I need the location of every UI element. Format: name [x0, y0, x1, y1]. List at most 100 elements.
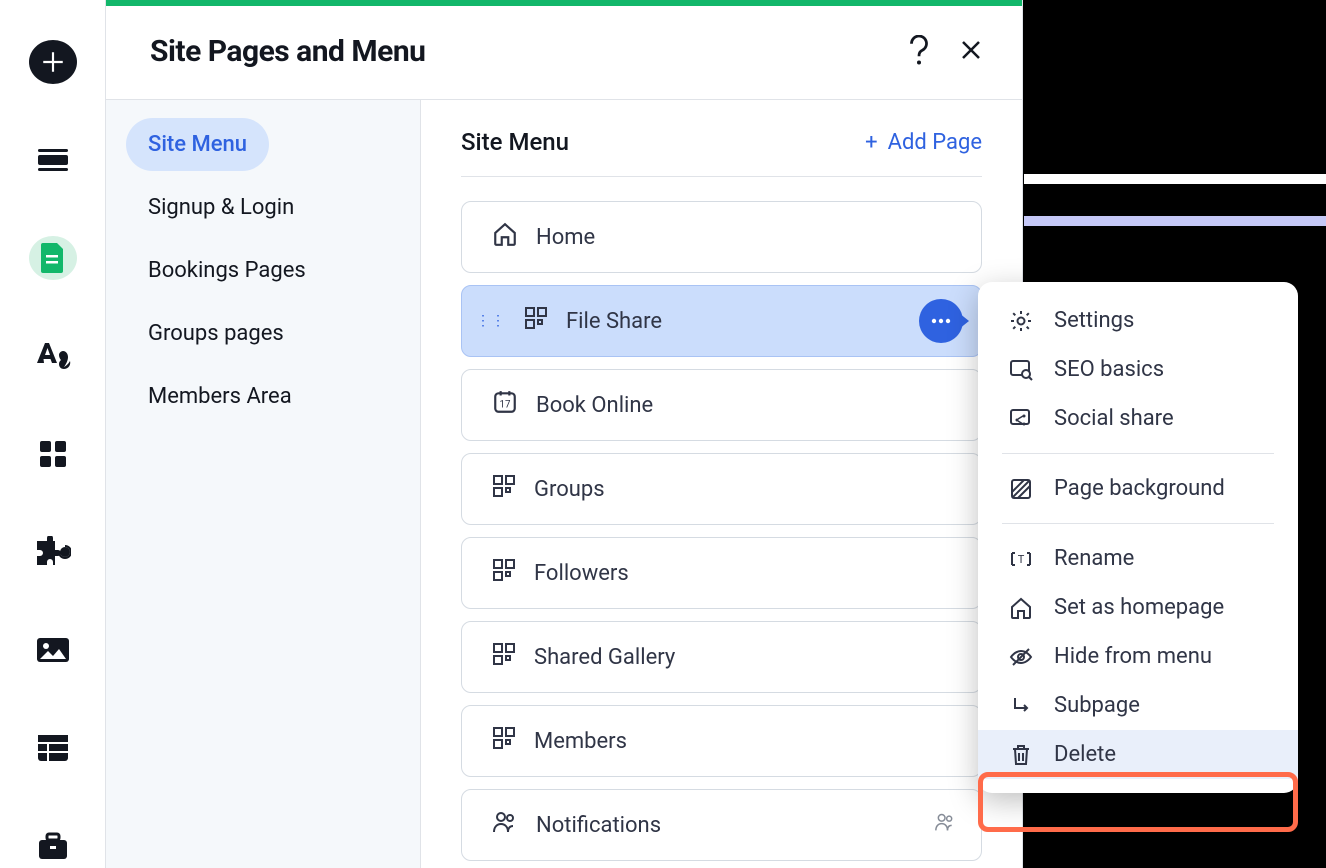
sidebar-item-label: Signup & Login	[148, 195, 294, 220]
menu-item-subpage[interactable]: Subpage	[978, 681, 1298, 730]
panel-title: Site Pages and Menu	[150, 34, 425, 69]
grid-icon	[492, 726, 516, 756]
svg-text:17: 17	[500, 399, 511, 410]
apps-button[interactable]	[29, 432, 77, 476]
subpage-icon	[1008, 695, 1034, 717]
add-page-button[interactable]: + Add Page	[865, 130, 982, 155]
add-button[interactable]	[29, 40, 77, 84]
sidebar-item-signup-login[interactable]: Signup & Login	[126, 181, 400, 234]
menu-divider	[1002, 453, 1274, 454]
menu-item-social[interactable]: Social share	[978, 394, 1298, 443]
page-label: Home	[536, 225, 951, 250]
menu-label: Delete	[1054, 742, 1116, 767]
menu-item-homepage[interactable]: Set as homepage	[978, 583, 1298, 632]
design-button[interactable]	[29, 334, 77, 378]
pages-panel: Site Pages and Menu Site Menu Signup & L…	[105, 0, 1023, 868]
menu-label: Settings	[1054, 308, 1134, 333]
apps-icon	[37, 438, 69, 470]
main-title: Site Menu	[461, 128, 569, 156]
page-item-home[interactable]: Home	[461, 201, 982, 273]
page-label: Book Online	[536, 393, 951, 418]
menu-divider	[1002, 523, 1274, 524]
page-item-shared-gallery[interactable]: Shared Gallery	[461, 621, 982, 693]
left-toolbar	[0, 0, 105, 868]
menu-item-rename[interactable]: T Rename	[978, 534, 1298, 583]
page-item-notifications[interactable]: Notifications	[461, 789, 982, 861]
grid-icon	[492, 474, 516, 504]
plus-icon: +	[865, 130, 877, 155]
hide-icon	[1008, 647, 1034, 667]
add-page-label: Add Page	[888, 130, 982, 155]
sidebar-item-members[interactable]: Members Area	[126, 370, 400, 423]
page-label: Followers	[534, 561, 951, 586]
section-icon	[36, 147, 70, 173]
canvas-band	[1024, 174, 1326, 184]
home-icon	[492, 221, 518, 253]
page-item-book-online[interactable]: 17 Book Online	[461, 369, 982, 441]
dots-icon	[931, 318, 951, 324]
sidebar-item-label: Groups pages	[148, 321, 284, 346]
close-icon[interactable]	[960, 39, 982, 65]
addons-button[interactable]	[29, 530, 77, 574]
page-item-followers[interactable]: Followers	[461, 537, 982, 609]
people-icon	[492, 810, 518, 840]
briefcase-icon	[37, 831, 69, 861]
page-context-menu: Settings SEO basics Social share Page ba…	[978, 282, 1298, 793]
share-icon	[1008, 408, 1034, 430]
menu-label: Rename	[1054, 546, 1134, 571]
home-icon	[1008, 596, 1034, 620]
pages-icon	[39, 241, 67, 275]
menu-label: SEO basics	[1054, 357, 1164, 382]
media-button[interactable]	[29, 628, 77, 672]
sidebar-item-label: Bookings Pages	[148, 258, 306, 283]
image-icon	[35, 636, 71, 664]
page-label: Shared Gallery	[534, 645, 951, 670]
plus-icon	[40, 49, 66, 75]
seo-icon	[1008, 359, 1034, 381]
menu-label: Set as homepage	[1054, 595, 1224, 620]
sidebar-item-groups[interactable]: Groups pages	[126, 307, 400, 360]
menu-label: Hide from menu	[1054, 644, 1212, 669]
menu-label: Social share	[1054, 406, 1174, 431]
data-button[interactable]	[29, 726, 77, 770]
page-item-members[interactable]: Members	[461, 705, 982, 777]
members-badge-icon	[933, 812, 957, 838]
grid-icon	[524, 306, 548, 336]
pattern-icon	[1008, 477, 1034, 501]
rename-icon: T	[1008, 549, 1034, 569]
section-button[interactable]	[29, 138, 77, 182]
panel-sidebar: Site Menu Signup & Login Bookings Pages …	[106, 100, 421, 868]
gear-icon	[1008, 309, 1034, 333]
menu-label: Subpage	[1054, 693, 1140, 718]
menu-item-seo[interactable]: SEO basics	[978, 345, 1298, 394]
panel-header: Site Pages and Menu	[106, 6, 1022, 99]
trash-icon	[1008, 743, 1034, 767]
menu-item-hide[interactable]: Hide from menu	[978, 632, 1298, 681]
pages-button[interactable]	[29, 236, 77, 280]
menu-label: Page background	[1054, 476, 1225, 501]
design-icon	[35, 341, 71, 371]
sidebar-item-bookings[interactable]: Bookings Pages	[126, 244, 400, 297]
page-list: Home ⋮⋮ File Share 17 Book O	[461, 201, 982, 861]
more-options-button[interactable]	[919, 299, 963, 343]
business-button[interactable]	[29, 824, 77, 868]
panel-main: Site Menu + Add Page Home ⋮⋮	[421, 100, 1022, 868]
menu-item-delete[interactable]: Delete	[978, 730, 1298, 779]
page-item-file-share[interactable]: ⋮⋮ File Share	[461, 285, 982, 357]
page-item-groups[interactable]: Groups	[461, 453, 982, 525]
page-label: File Share	[566, 309, 951, 334]
drag-handle-icon[interactable]: ⋮⋮	[476, 318, 506, 324]
menu-item-settings[interactable]: Settings	[978, 296, 1298, 345]
sidebar-item-site-menu[interactable]: Site Menu	[126, 118, 269, 171]
svg-text:T: T	[1018, 553, 1025, 566]
menu-item-background[interactable]: Page background	[978, 464, 1298, 513]
puzzle-icon	[35, 536, 71, 568]
sidebar-item-label: Members Area	[148, 384, 292, 409]
sidebar-item-label: Site Menu	[148, 132, 247, 157]
help-icon[interactable]	[908, 35, 930, 69]
table-icon	[36, 733, 70, 763]
grid-icon	[492, 558, 516, 588]
page-label: Groups	[534, 477, 951, 502]
grid-icon	[492, 642, 516, 672]
page-label: Notifications	[536, 813, 951, 838]
